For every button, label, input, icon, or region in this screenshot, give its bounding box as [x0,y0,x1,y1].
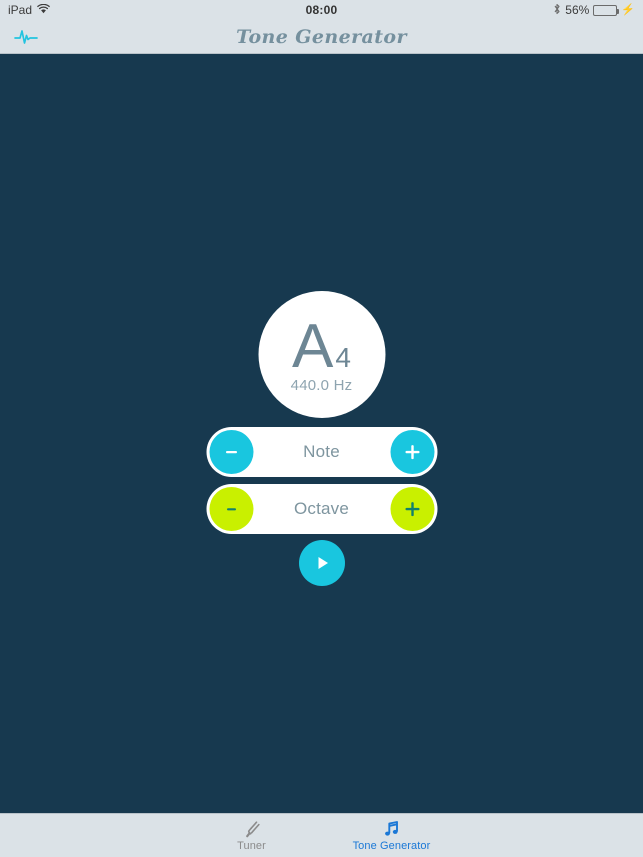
octave-decrement-button[interactable] [209,487,253,531]
nav-bar: Tone Generator [0,20,643,54]
bluetooth-icon [553,3,561,18]
note-stepper-label: Note [303,442,340,461]
octave-increment-button[interactable] [390,487,434,531]
lightning-bolt-icon: ⚡ [621,3,635,16]
status-bar: iPad 08:00 56% ⚡ [0,0,643,20]
note-stepper: Note [206,427,437,477]
note-increment-button[interactable] [390,430,434,474]
play-button[interactable] [298,540,345,586]
status-bar-right: 56% ⚡ [553,3,635,18]
tab-bar: Tuner Tone Generator [0,813,643,857]
music-note-icon [382,819,402,839]
octave-stepper: Octave [206,484,437,534]
status-bar-clock: 08:00 [305,3,338,17]
minus-icon [225,451,237,454]
battery-percent-label: 56% [565,3,590,17]
tab-tuner-label: Tuner [237,840,266,852]
main-stage: A 4 440.0 Hz Note Octave [0,55,643,813]
note-letter: A [292,311,333,381]
play-triangle-icon [318,557,328,569]
octave-stepper-label: Octave [293,499,350,518]
page-title: Tone Generator [236,25,407,48]
app-root: iPad 08:00 56% ⚡ Tone Generator A 4 440.… [0,0,643,857]
minus-icon [226,508,236,511]
tab-tuner[interactable]: Tuner [206,814,298,857]
tab-tone-generator-label: Tone Generator [352,840,431,852]
plus-icon [405,445,419,460]
plus-icon [405,502,419,517]
note-frequency: 440.0 Hz [290,377,353,395]
tuning-fork-icon [242,819,262,839]
battery-icon [593,4,620,16]
note-decrement-button[interactable] [209,430,253,474]
tab-tone-generator[interactable]: Tone Generator [346,814,438,857]
note-display: A 4 440.0 Hz [258,291,385,418]
note-main-row: A 4 [292,311,351,381]
note-octave: 4 [335,341,351,373]
